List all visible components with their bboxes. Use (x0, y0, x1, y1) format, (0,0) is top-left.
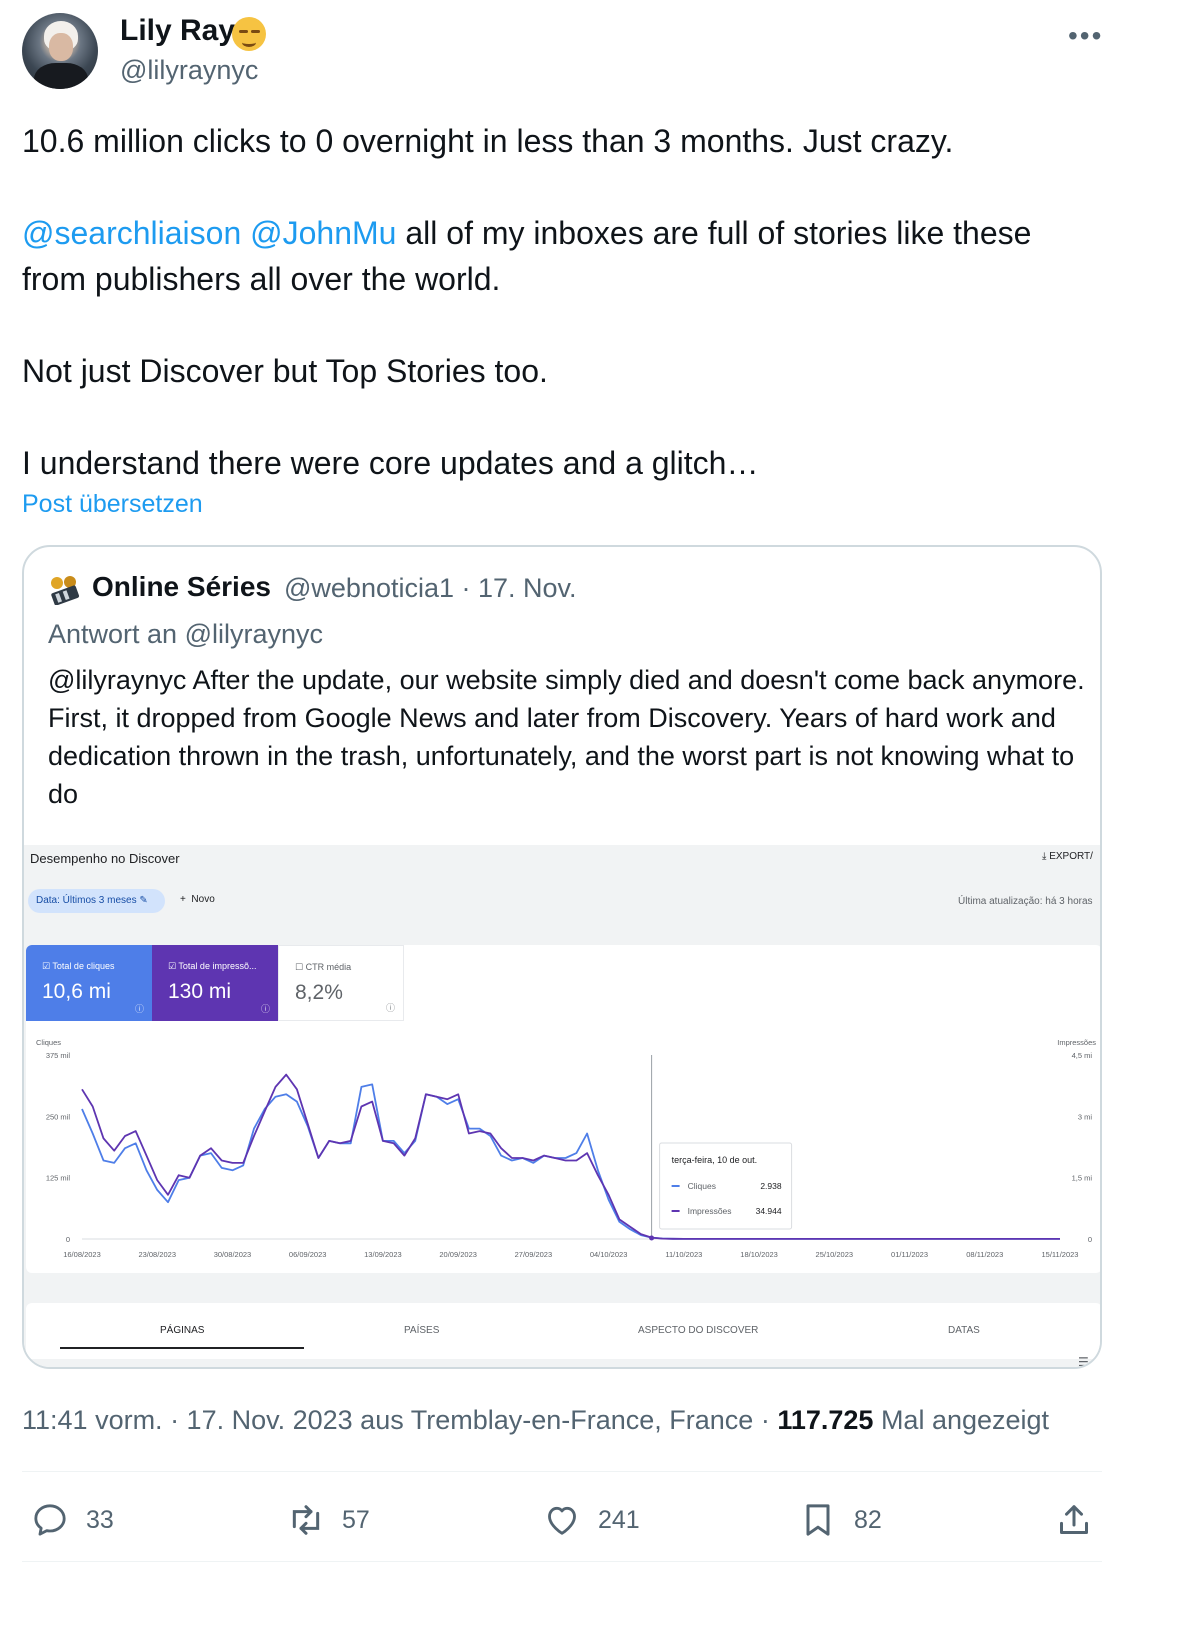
post-time-location: 11:41 vorm. · 17. Nov. 2023 aus Tremblay… (22, 1405, 778, 1435)
post-meta: 11:41 vorm. · 17. Nov. 2023 aus Tremblay… (22, 1405, 1049, 1436)
divider (22, 1471, 1102, 1472)
tweet-line-2: @searchliaison @JohnMu all of my inboxes… (22, 210, 1102, 256)
y2-tick-label: 1,5 mi (1072, 1174, 1093, 1183)
y-tick-label: 375 mil (46, 1051, 71, 1060)
x-tick-label: 25/10/2023 (816, 1250, 854, 1259)
tooltip-date: terça-feira, 10 de out. (672, 1155, 758, 1165)
gsc-export: ⤓ EXPORT/ (1042, 851, 1093, 862)
discover-performance-chart: Cliques Impressões375 mil250 mil125 mil04… (36, 1038, 1096, 1259)
y2-tick-label: 0 (1088, 1235, 1092, 1244)
hover-point (649, 1235, 655, 1241)
x-tick-label: 13/09/2023 (364, 1250, 402, 1259)
translate-post-link[interactable]: Post übersetzen (22, 490, 203, 519)
tooltip-label: Impressões (688, 1206, 732, 1216)
view-count: 117.725 (777, 1405, 874, 1435)
tab-countries: PAÍSES (404, 1325, 440, 1336)
divider-bottom (22, 1561, 1102, 1562)
x-tick-label: 15/11/2023 (1042, 1250, 1079, 1259)
tweet-text: 10.6 million clicks to 0 overnight in le… (22, 118, 1102, 486)
gsc-date-chip: Data: Últimos 3 meses ✎ (28, 889, 165, 913)
quoted-author-handle[interactable]: @webnoticia1 · 17. Nov. (284, 573, 577, 604)
series-line-impressions (81, 1073, 1060, 1240)
tooltip-label: Cliques (688, 1181, 716, 1191)
plus-icon: + (180, 894, 189, 905)
share-icon (1060, 1505, 1088, 1534)
more-options-icon[interactable]: ••• (1068, 20, 1103, 52)
y-tick-label: 0 (66, 1235, 70, 1244)
search-console-screenshot[interactable]: Desempenho no Discover ⤓ EXPORT/ Data: Ú… (24, 845, 1100, 1369)
y2-axis-title: Impressões (1057, 1038, 1096, 1047)
gsc-title: Desempenho no Discover (30, 851, 180, 866)
tweet-line-4: I understand there were core updates and… (22, 445, 759, 481)
x-tick-label: 27/09/2023 (515, 1250, 553, 1259)
author-handle[interactable]: @lilyraynyc (120, 55, 258, 86)
metric-total-impressions-value: 130 mi (168, 980, 232, 1003)
repost-icon (292, 1505, 320, 1535)
tweet-line-1: 10.6 million clicks to 0 overnight in le… (22, 123, 954, 159)
view-count-suffix: Mal angezeigt (873, 1405, 1050, 1435)
x-tick-label: 08/11/2023 (966, 1250, 1003, 1259)
mention-searchliaison[interactable]: @searchliaison (22, 215, 241, 251)
bookmark-icon (806, 1504, 830, 1536)
y-tick-label: 125 mil (46, 1174, 71, 1183)
author-avatar[interactable] (22, 13, 98, 89)
tab-pages: PÁGINAS (160, 1325, 205, 1336)
gsc-chart-panel: ☑ Total de cliques 10,6 mi ⓘ ☑ Total de … (26, 945, 1100, 1273)
x-tick-label: 01/11/2023 (891, 1250, 928, 1259)
help-icon: ⓘ (385, 1003, 395, 1013)
mention-johnmu[interactable]: @JohnMu (250, 215, 396, 251)
quoted-tweet-text: @lilyraynyc After the update, our websit… (48, 665, 1085, 809)
x-tick-label: 06/09/2023 (289, 1250, 327, 1259)
active-tab-underline (60, 1347, 304, 1349)
gsc-tabs: PÁGINAS PAÍSES ASPECTO DO DISCOVER DATAS (26, 1303, 1100, 1359)
filter-icon: ☰ (1078, 1355, 1089, 1369)
reply-to-label: Antwort an @lilyraynyc (48, 619, 323, 649)
x-tick-label: 04/10/2023 (590, 1250, 628, 1259)
checkbox-empty-icon: ☐ (295, 962, 304, 972)
checkbox-checked-icon: ☑ (168, 961, 177, 971)
x-tick-label: 23/08/2023 (138, 1250, 176, 1259)
x-tick-label: 16/08/2023 (63, 1250, 101, 1259)
heart-icon (548, 1506, 576, 1535)
metric-total-clicks: ☑ Total de cliques 10,6 mi ⓘ (26, 945, 152, 1021)
tweet-line-2b: from publishers all over the world. (22, 261, 501, 297)
tooltip-value: 34.944 (756, 1206, 782, 1216)
reply-count: 33 (86, 1506, 114, 1534)
tab-dates: DATAS (948, 1325, 980, 1336)
film-clapper-icon (51, 576, 80, 605)
y-axis-title: Cliques (36, 1038, 61, 1047)
metric-ctr: ☐ CTR média 8,2% ⓘ (278, 945, 404, 1021)
x-tick-label: 11/10/2023 (665, 1250, 702, 1259)
x-tick-label: 20/09/2023 (439, 1250, 477, 1259)
metric-total-impressions: ☑ Total de impressõ... 130 mi ⓘ (152, 945, 278, 1021)
reply-icon (34, 1504, 66, 1536)
y2-tick-label: 3 mi (1078, 1112, 1093, 1121)
x-tick-label: 30/08/2023 (214, 1250, 252, 1259)
help-icon: ⓘ (260, 1004, 270, 1014)
metric-total-clicks-value: 10,6 mi (42, 980, 111, 1003)
help-icon: ⓘ (134, 1004, 144, 1014)
gsc-new-filter: + Novo (180, 894, 215, 905)
quoted-author-name[interactable]: Online Séries (92, 571, 271, 603)
repost-count: 57 (342, 1506, 370, 1534)
tooltip-value: 2.938 (760, 1181, 782, 1191)
quoted-tweet-card[interactable]: Online Séries @webnoticia1 · 17. Nov. An… (22, 545, 1102, 1369)
x-tick-label: 18/10/2023 (740, 1250, 778, 1259)
checkbox-checked-icon: ☑ (42, 961, 51, 971)
bookmark-count: 82 (854, 1506, 882, 1534)
tab-discover-appearance: ASPECTO DO DISCOVER (638, 1325, 759, 1336)
author-name[interactable]: Lily Ray (120, 14, 235, 48)
gsc-last-update: Última atualização: há 3 horas (958, 896, 1093, 907)
tweet-line-3: Not just Discover but Top Stories too. (22, 353, 548, 389)
tweet-line-2-text: all of my inboxes are full of stories li… (396, 215, 1032, 251)
like-count: 241 (598, 1506, 640, 1534)
relieved-face-emoji-icon (232, 17, 266, 51)
edit-pencil-icon: ✎ (139, 895, 148, 906)
y-tick-label: 250 mil (46, 1112, 71, 1121)
y2-tick-label: 4,5 mi (1072, 1051, 1093, 1060)
